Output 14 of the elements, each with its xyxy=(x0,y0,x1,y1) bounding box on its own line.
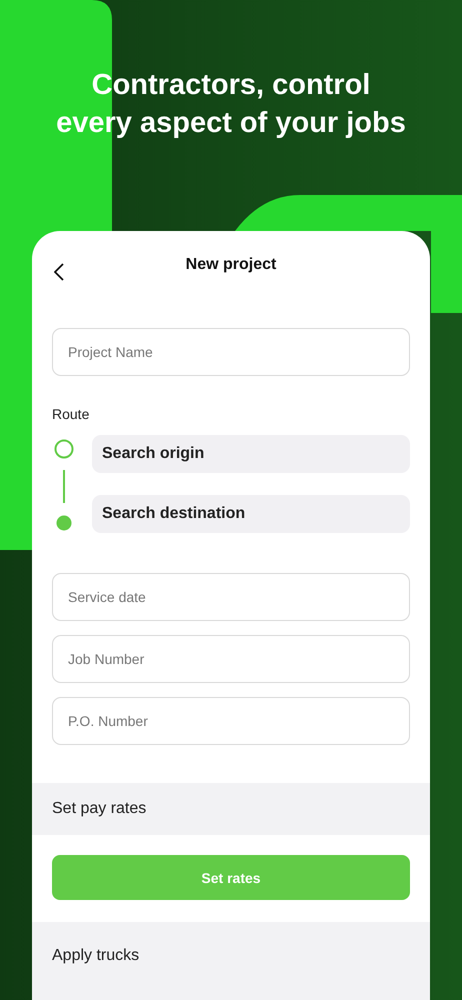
origin-marker-icon xyxy=(54,439,74,458)
input-field[interactable]: P.O. Number xyxy=(52,696,410,745)
location-search-field[interactable]: Search origin xyxy=(92,434,410,473)
route-label: Route xyxy=(52,406,90,422)
back-icon xyxy=(54,263,64,281)
section-title: Apply trucks xyxy=(52,947,140,964)
route-line xyxy=(63,470,65,503)
input-field[interactable]: Project Name xyxy=(52,328,410,376)
location-search-field[interactable]: Search destination xyxy=(92,494,410,533)
screen-title: New project xyxy=(186,256,276,274)
input-field[interactable]: Service date xyxy=(52,572,410,621)
section-title: Set pay rates xyxy=(52,800,146,818)
destination-marker-icon xyxy=(56,515,72,530)
input-field[interactable]: Job Number xyxy=(52,634,410,683)
